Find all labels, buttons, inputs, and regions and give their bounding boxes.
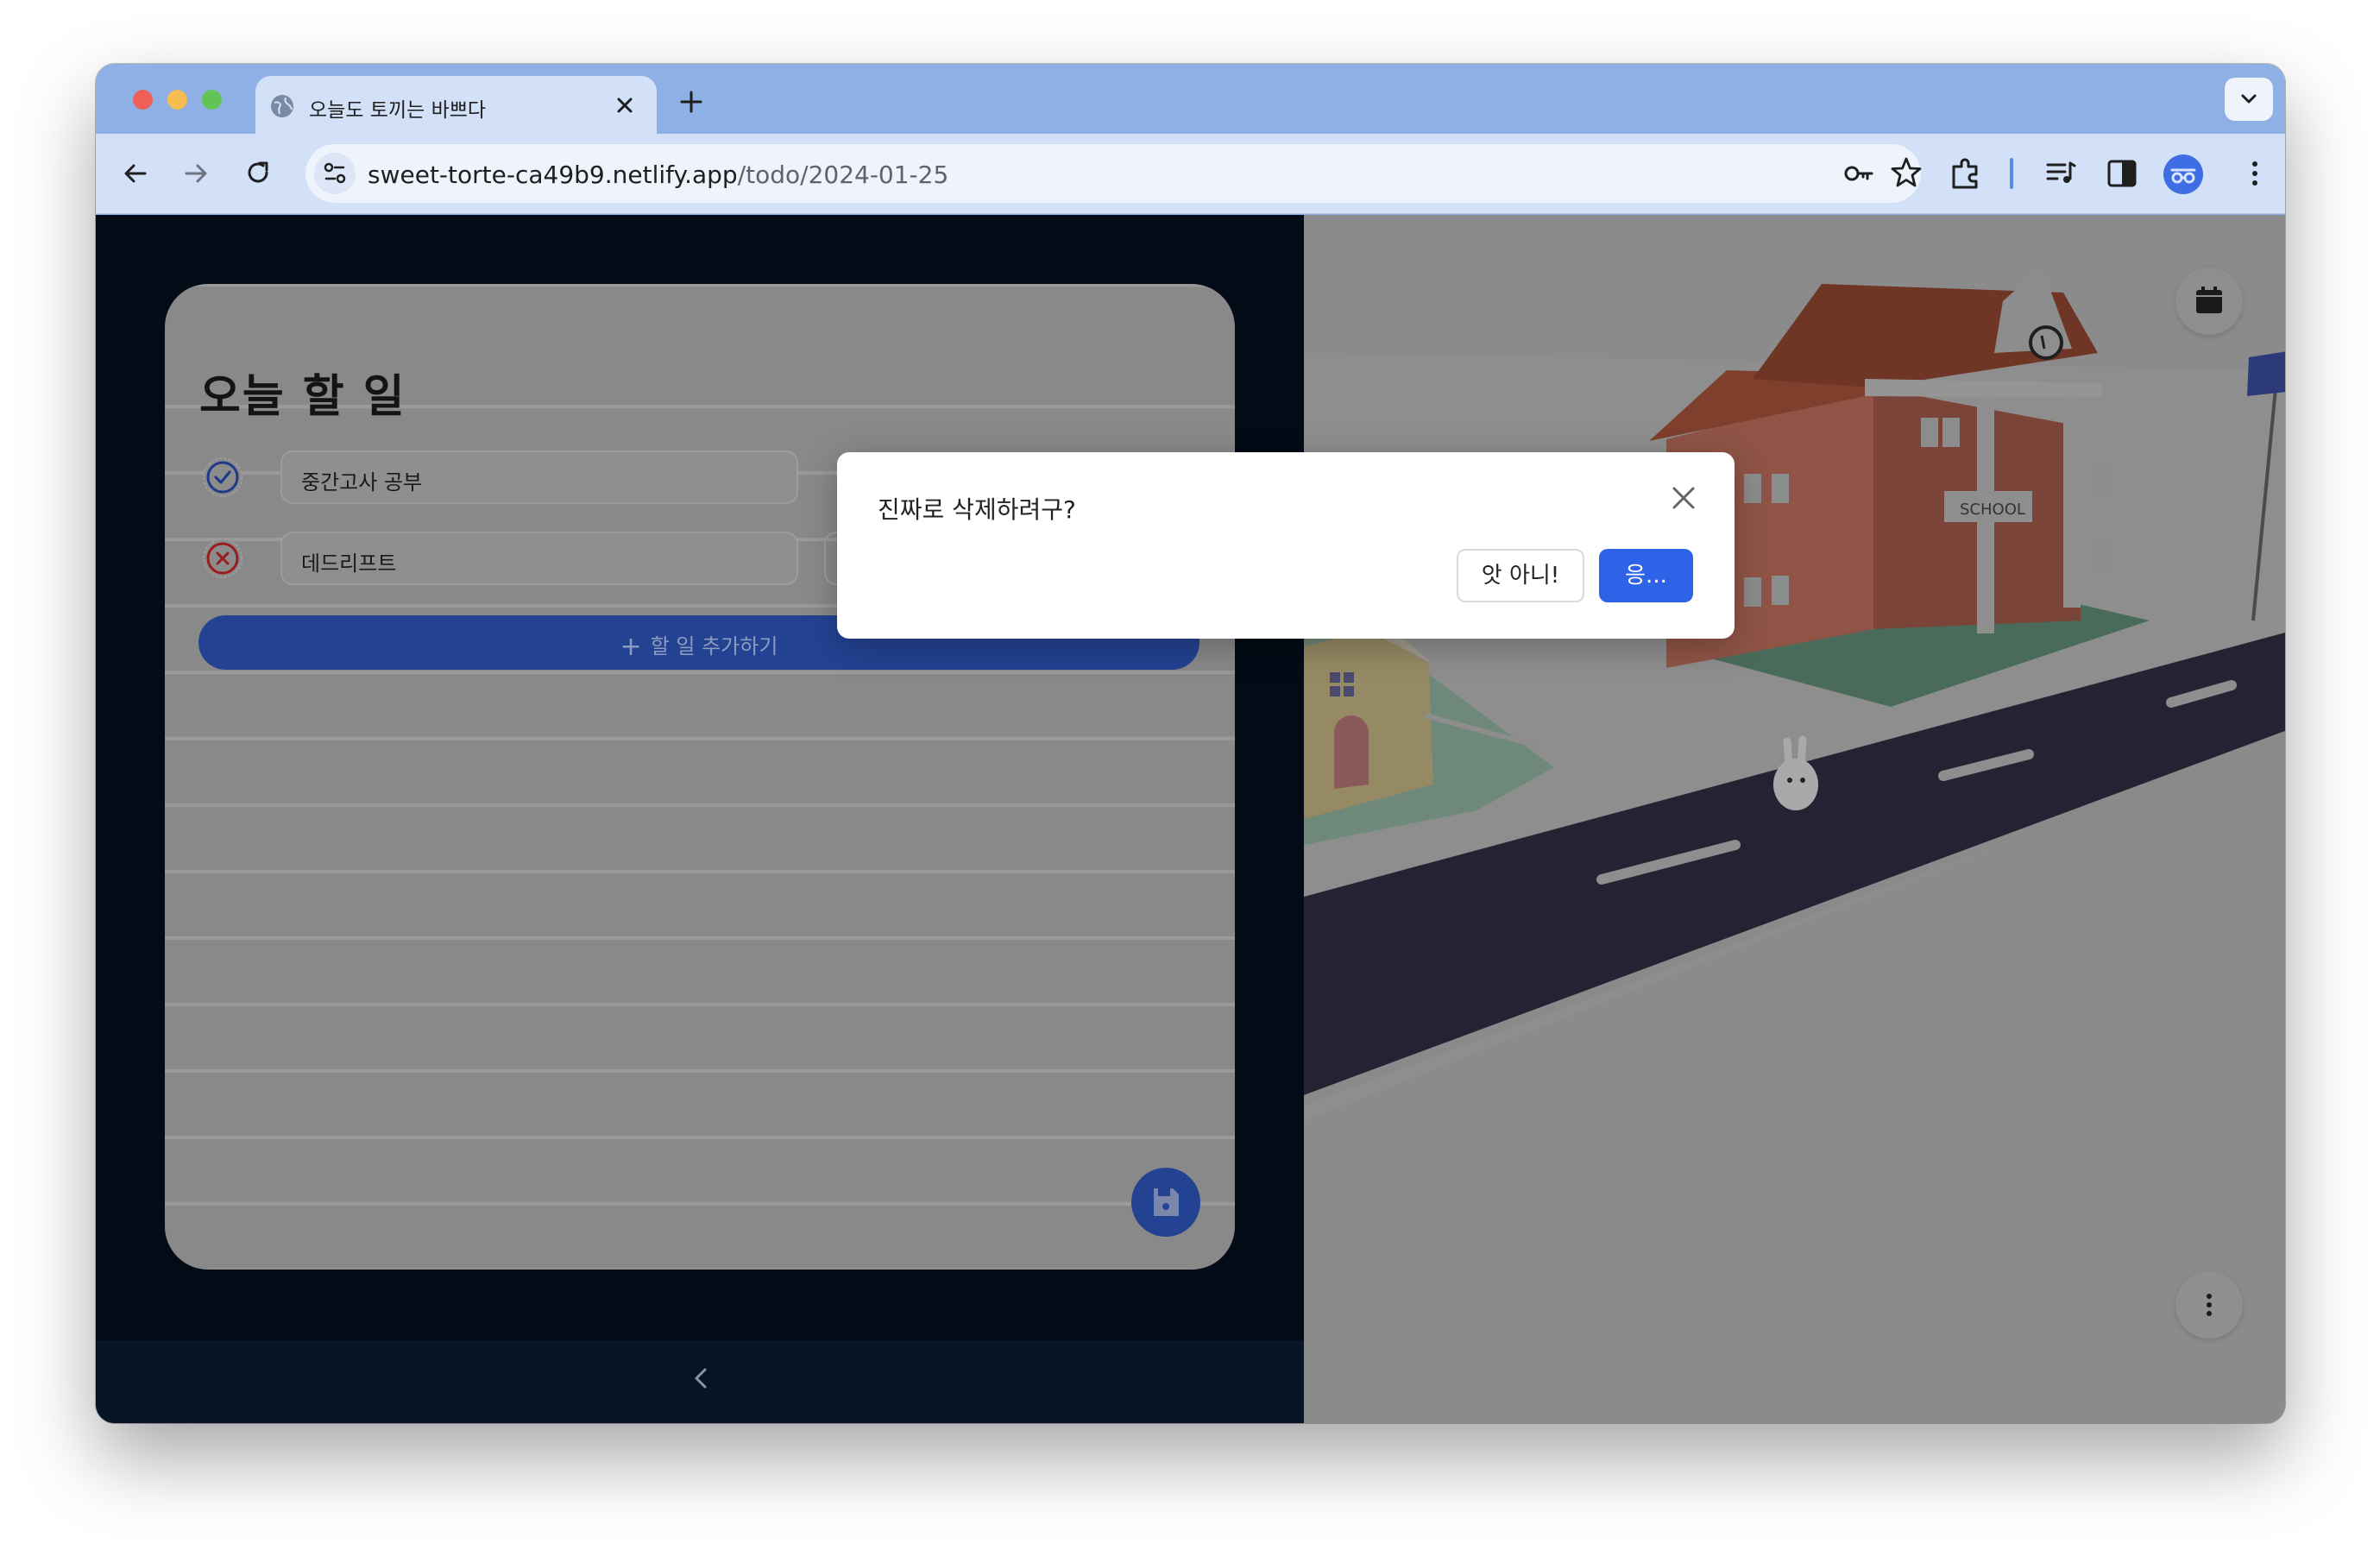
more-vert-icon[interactable] <box>2236 154 2274 192</box>
page-content: 오늘 할 일 중간고사 공부 데드리프트 + 할 일 추가하기 SCHOOL <box>96 215 2285 1423</box>
more-vert-icon <box>2207 1294 2212 1316</box>
url-path: /todo/2024-01-25 <box>737 161 949 189</box>
close-icon[interactable] <box>609 90 640 121</box>
todo-panel: 오늘 할 일 중간고사 공부 데드리프트 + 할 일 추가하기 <box>96 215 1304 1423</box>
browser-tab[interactable]: 오늘도 토끼는 바쁘다 <box>255 76 657 134</box>
browser-toolbar: sweet-torte-ca49b9.netlify.app/todo/2024… <box>96 134 2285 214</box>
toolbar-divider <box>2010 158 2013 189</box>
chevron-left-icon[interactable] <box>688 1363 714 1394</box>
close-window-button[interactable] <box>133 90 153 110</box>
add-todo-text: 할 일 추가하기 <box>650 634 778 658</box>
profile-avatar[interactable] <box>2163 154 2203 194</box>
cancel-button[interactable]: 앗 아니! <box>1457 549 1584 602</box>
town-scene-illustration: SCHOOL <box>1304 215 2285 1423</box>
close-icon[interactable] <box>1669 483 1698 513</box>
confirm-delete-button[interactable]: 응... <box>1599 549 1693 602</box>
forward-icon[interactable] <box>179 156 213 191</box>
star-icon[interactable] <box>1888 154 1924 191</box>
tab-title: 오늘도 토끼는 바쁘다 <box>309 99 487 122</box>
todo-card: 오늘 할 일 중간고사 공부 데드리프트 + 할 일 추가하기 <box>165 284 1235 1270</box>
calendar-icon <box>2196 287 2222 313</box>
url-host: sweet-torte-ca49b9.netlify.app <box>368 161 738 189</box>
dialog-message: 진짜로 삭제하려구? <box>878 495 1076 524</box>
side-panel-icon[interactable] <box>2103 154 2141 192</box>
reading-list-icon[interactable] <box>2042 154 2080 192</box>
scene-panel: SCHOOL <box>1304 215 2285 1423</box>
check-circle-icon[interactable] <box>201 456 244 499</box>
more-options-button[interactable] <box>2175 1271 2243 1339</box>
tune-icon <box>324 162 346 184</box>
key-icon[interactable] <box>1842 156 1876 191</box>
tab-strip: 오늘도 토끼는 바쁘다 <box>96 64 2285 134</box>
reload-icon[interactable] <box>241 156 275 191</box>
todo-item-input[interactable]: 중간고사 공부 <box>280 451 798 504</box>
tab-search-button[interactable] <box>2225 78 2273 121</box>
new-tab-icon[interactable] <box>674 85 708 119</box>
todo-item-input[interactable]: 데드리프트 <box>280 532 798 585</box>
calendar-button[interactable] <box>2175 268 2243 335</box>
zoom-window-button[interactable] <box>202 90 222 110</box>
url-text: sweet-torte-ca49b9.netlify.app/todo/2024… <box>368 161 948 189</box>
extensions-icon[interactable] <box>1947 154 1985 192</box>
save-button[interactable] <box>1131 1168 1200 1237</box>
minimize-window-button[interactable] <box>167 90 187 110</box>
plus-icon: + <box>620 632 642 662</box>
delete-confirm-dialog: 진짜로 삭제하려구? 앗 아니! 응... <box>837 452 1735 639</box>
todo-item-text: 중간고사 공부 <box>301 470 423 495</box>
globe-icon <box>271 95 293 117</box>
address-bar[interactable]: sweet-torte-ca49b9.netlify.app/todo/2024… <box>305 144 1924 203</box>
todo-item-text: 데드리프트 <box>301 551 397 576</box>
school-sign-text: SCHOOL <box>1960 501 2025 519</box>
x-circle-icon[interactable] <box>201 537 244 580</box>
chevron-down-icon <box>2241 94 2257 104</box>
browser-window: 오늘도 토끼는 바쁘다 sweet-torte-ca49b9.netlify.a… <box>96 64 2285 1423</box>
site-info-button[interactable] <box>314 153 356 194</box>
page-title: 오늘 할 일 <box>199 371 406 423</box>
back-icon[interactable] <box>118 156 153 191</box>
floppy-disk-icon <box>1154 1188 1179 1216</box>
incognito-glasses-icon <box>2170 168 2196 184</box>
